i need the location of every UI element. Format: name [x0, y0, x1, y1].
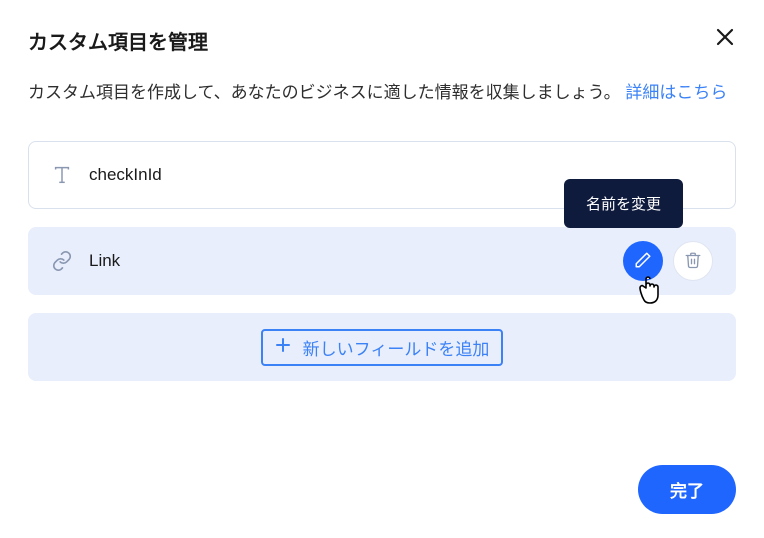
dialog-title: カスタム項目を管理 — [28, 26, 208, 55]
trash-icon — [684, 251, 702, 272]
pencil-icon — [634, 251, 652, 272]
delete-button[interactable] — [673, 241, 713, 281]
add-field-inner: 新しいフィールドを追加 — [261, 329, 504, 366]
dialog-description: カスタム項目を作成して、あなたのビジネスに適した情報を収集しましょう。 詳細はこ… — [28, 77, 736, 109]
add-field-label: 新しいフィールドを追加 — [303, 335, 490, 360]
field-name-label: Link — [89, 251, 120, 271]
field-name-label: checkInId — [89, 165, 162, 185]
dialog-header: カスタム項目を管理 — [28, 26, 736, 55]
row-actions: 名前を変更 — [623, 241, 713, 281]
dialog-footer: 完了 — [638, 465, 736, 514]
done-button[interactable]: 完了 — [638, 465, 736, 514]
close-button[interactable] — [714, 26, 736, 48]
field-row[interactable]: Link 名前を変更 — [28, 227, 736, 295]
plus-icon — [275, 337, 291, 358]
fields-list: checkInId Link 名前を変更 — [28, 141, 736, 381]
description-text: カスタム項目を作成して、あなたのビジネスに適した情報を収集しましょう。 — [28, 83, 621, 102]
learn-more-link[interactable]: 詳細はこちら — [625, 83, 727, 102]
link-type-icon — [51, 250, 73, 272]
text-type-icon — [51, 164, 73, 186]
rename-tooltip: 名前を変更 — [564, 179, 683, 228]
rename-button[interactable] — [623, 241, 663, 281]
add-field-button[interactable]: 新しいフィールドを追加 — [28, 313, 736, 381]
close-icon — [716, 28, 734, 46]
